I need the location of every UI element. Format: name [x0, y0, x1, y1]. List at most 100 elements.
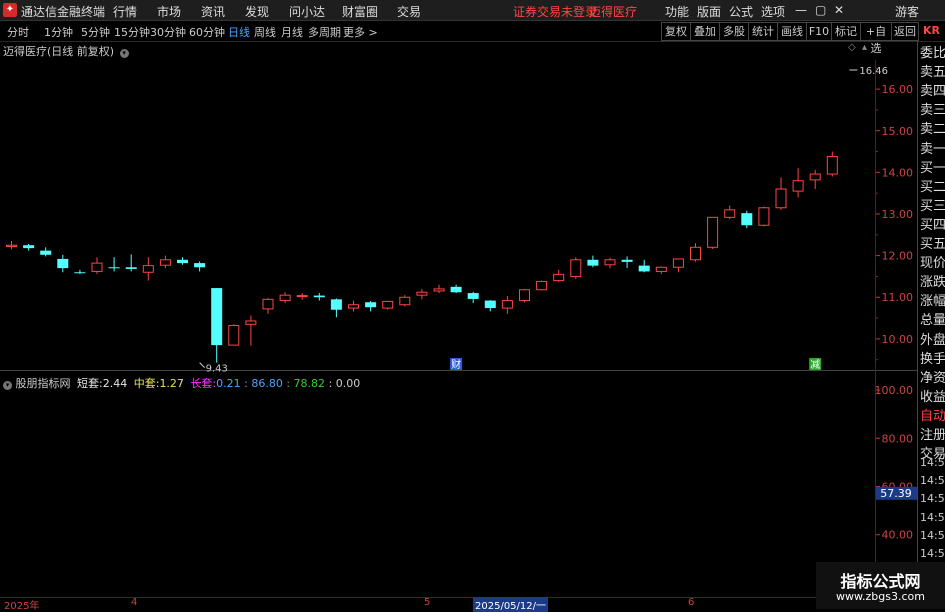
price-tick-label: 15.00 — [882, 125, 914, 138]
candle — [484, 300, 496, 312]
side-panel-label: 买五 — [920, 237, 945, 252]
candle-body — [57, 258, 69, 269]
indicator-toggle-icon[interactable]: ▾ — [3, 381, 12, 390]
candle — [365, 300, 377, 312]
candle-body — [433, 288, 445, 292]
candle-body — [775, 188, 787, 209]
candle — [758, 206, 770, 227]
candle — [57, 254, 69, 273]
candle — [74, 269, 86, 274]
candle — [40, 247, 52, 257]
candle — [587, 255, 599, 268]
indicator-name[interactable]: 股朋指标网 — [16, 377, 71, 390]
side-panel-label: 买一 — [920, 160, 945, 176]
chart-area[interactable]: 10.00 11.00 12.00 13.00 14.00 15.00 16.00 16.4… — [0, 0, 945, 609]
candle-body — [484, 300, 496, 309]
candle — [177, 257, 188, 265]
candle-body — [587, 259, 599, 266]
value-6: : 0.00 — [328, 377, 361, 390]
candle — [399, 295, 411, 307]
annotation-low-label: 9.43 — [206, 364, 228, 375]
price-annotations: 16.46 9.43 财 减 — [199, 66, 888, 375]
side-panel-label: 自动 — [920, 408, 945, 424]
candle-body — [296, 295, 308, 298]
candle-body — [91, 262, 103, 272]
time-label: 5 — [424, 597, 431, 608]
side-panel-label: 净资 — [920, 370, 945, 386]
candle — [262, 298, 274, 314]
candle-body — [177, 259, 188, 264]
candle — [707, 216, 719, 249]
candle-body — [826, 156, 838, 175]
short-value: 2.44 — [102, 377, 128, 390]
candle-body — [416, 291, 428, 296]
candle — [296, 293, 308, 300]
candle — [501, 295, 513, 314]
candle-body — [467, 293, 479, 299]
candle — [775, 177, 787, 210]
candle-body — [262, 298, 274, 310]
candle-body — [809, 173, 821, 181]
candle — [108, 257, 120, 272]
candle — [279, 292, 291, 304]
price-tick-label: 11.00 — [882, 291, 914, 304]
side-panel-label: 14:56 — [920, 474, 945, 488]
watermark: 指标公式网 www.zbgs3.com — [816, 562, 945, 609]
side-panel-label: 卖一 — [920, 141, 945, 157]
candle-body — [519, 289, 530, 302]
side-panel-label: 14:56 — [920, 528, 945, 542]
side-panel-label: 14:56 — [920, 456, 945, 469]
candle-body — [125, 267, 137, 269]
annotation-leader — [199, 362, 205, 368]
indicator-tick-label: 100.00 — [875, 384, 914, 397]
side-panel-label: 换手 — [920, 351, 945, 367]
side-panel-label: 买三 — [920, 198, 945, 214]
candle-body — [74, 272, 86, 274]
candle-body — [194, 263, 206, 268]
value-5: : 78.82 — [286, 377, 326, 390]
side-panel-label: 卖五 — [920, 65, 945, 81]
candle-body — [23, 245, 35, 249]
side-panel-label: 买四 — [920, 217, 945, 233]
cursor-date-label: 2025/05/12/一 — [473, 597, 549, 612]
side-panel-label: 卖三 — [920, 103, 945, 119]
candle-body — [707, 216, 719, 248]
price-axis: 10.00 11.00 12.00 13.00 14.00 15.00 16.00 — [876, 67, 914, 361]
candle-body — [450, 286, 462, 293]
candle — [536, 280, 548, 291]
side-panel-label: 外盘 — [920, 332, 945, 348]
candle-body — [108, 267, 120, 269]
candle — [519, 288, 530, 303]
candle — [450, 284, 462, 294]
side-panel-label: 涨幅 — [920, 294, 945, 310]
candle-body — [638, 265, 650, 272]
candle — [125, 254, 137, 272]
candle — [655, 266, 667, 274]
side-panel-label: 现价 — [920, 256, 945, 272]
side-panel-label: 买二 — [920, 179, 945, 195]
candle — [348, 300, 359, 312]
candle — [313, 293, 325, 301]
candle — [194, 261, 206, 272]
side-panel-label: 卖二 — [920, 122, 945, 138]
candle — [228, 324, 240, 346]
candle — [142, 257, 154, 281]
candle — [382, 300, 394, 310]
candle — [211, 288, 223, 363]
value-4: : 86.80 — [244, 377, 283, 390]
candle — [604, 257, 616, 269]
candle-body — [741, 213, 753, 226]
time-label: 6 — [688, 597, 695, 608]
side-panel-label: 收益 — [920, 389, 945, 405]
price-tick-label: 12.00 — [882, 250, 914, 263]
candle-body — [655, 266, 667, 272]
candle-body — [792, 180, 804, 192]
candle-body — [501, 300, 513, 309]
indicator-axis: 20.0040.0060.0080.00100.0057.39 — [875, 384, 917, 590]
indicator-tick-label: 80.00 — [882, 432, 914, 445]
candle — [690, 243, 701, 262]
candle — [621, 256, 633, 269]
side-panel-label: 委比 — [920, 46, 945, 61]
time-label: 4 — [131, 597, 138, 608]
candle — [553, 269, 565, 283]
